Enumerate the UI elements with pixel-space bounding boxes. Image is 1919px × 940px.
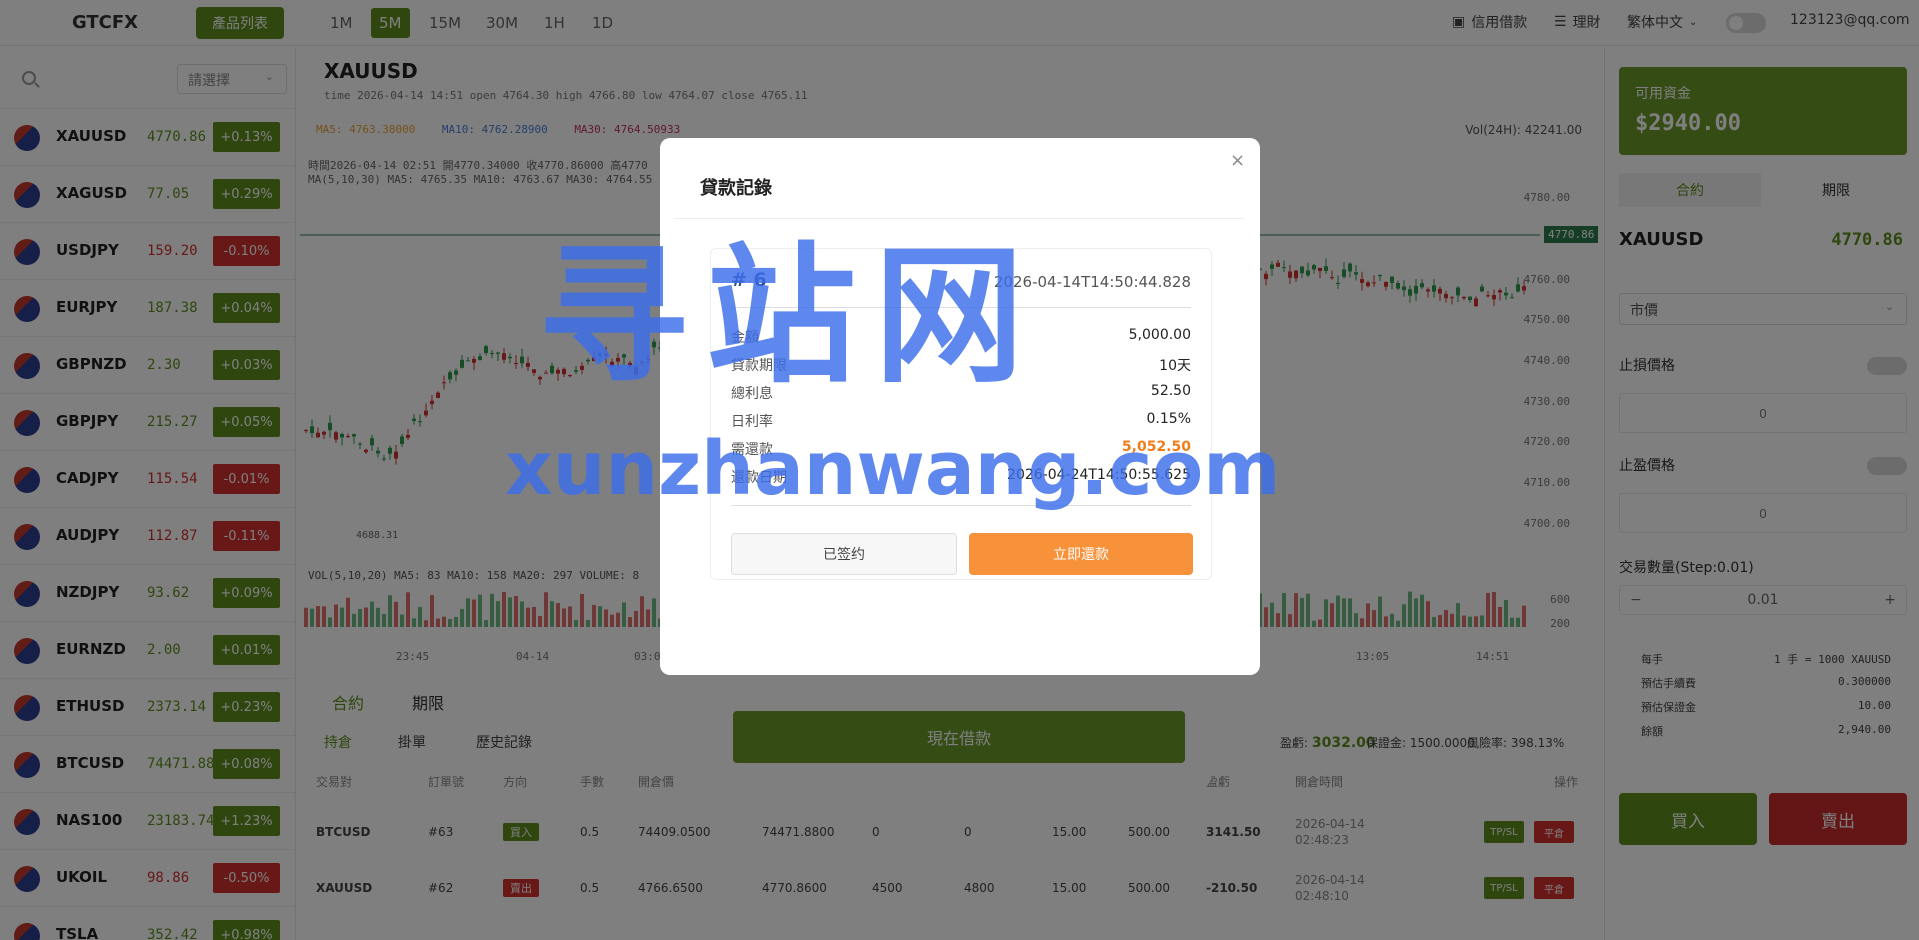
loan-term-value: 10天 (1159, 358, 1191, 374)
modal-divider (674, 218, 1244, 219)
loan-records-modal: 貸款記錄 × # 6 2026-04-14T14:50:44.828 金額 5,… (660, 138, 1260, 675)
signed-button[interactable]: 已签约 (731, 533, 957, 575)
loan-amount-value: 5,000.00 (1128, 327, 1191, 343)
modal-title: 貸款記錄 (700, 178, 772, 199)
interest-value: 52.50 (1150, 383, 1191, 399)
close-icon[interactable]: × (1230, 150, 1245, 171)
watermark-url: xunzhanwang.com (505, 426, 1281, 512)
watermark-logo: 寻站网 (537, 230, 1042, 404)
repay-now-button[interactable]: 立即還款 (969, 533, 1193, 575)
